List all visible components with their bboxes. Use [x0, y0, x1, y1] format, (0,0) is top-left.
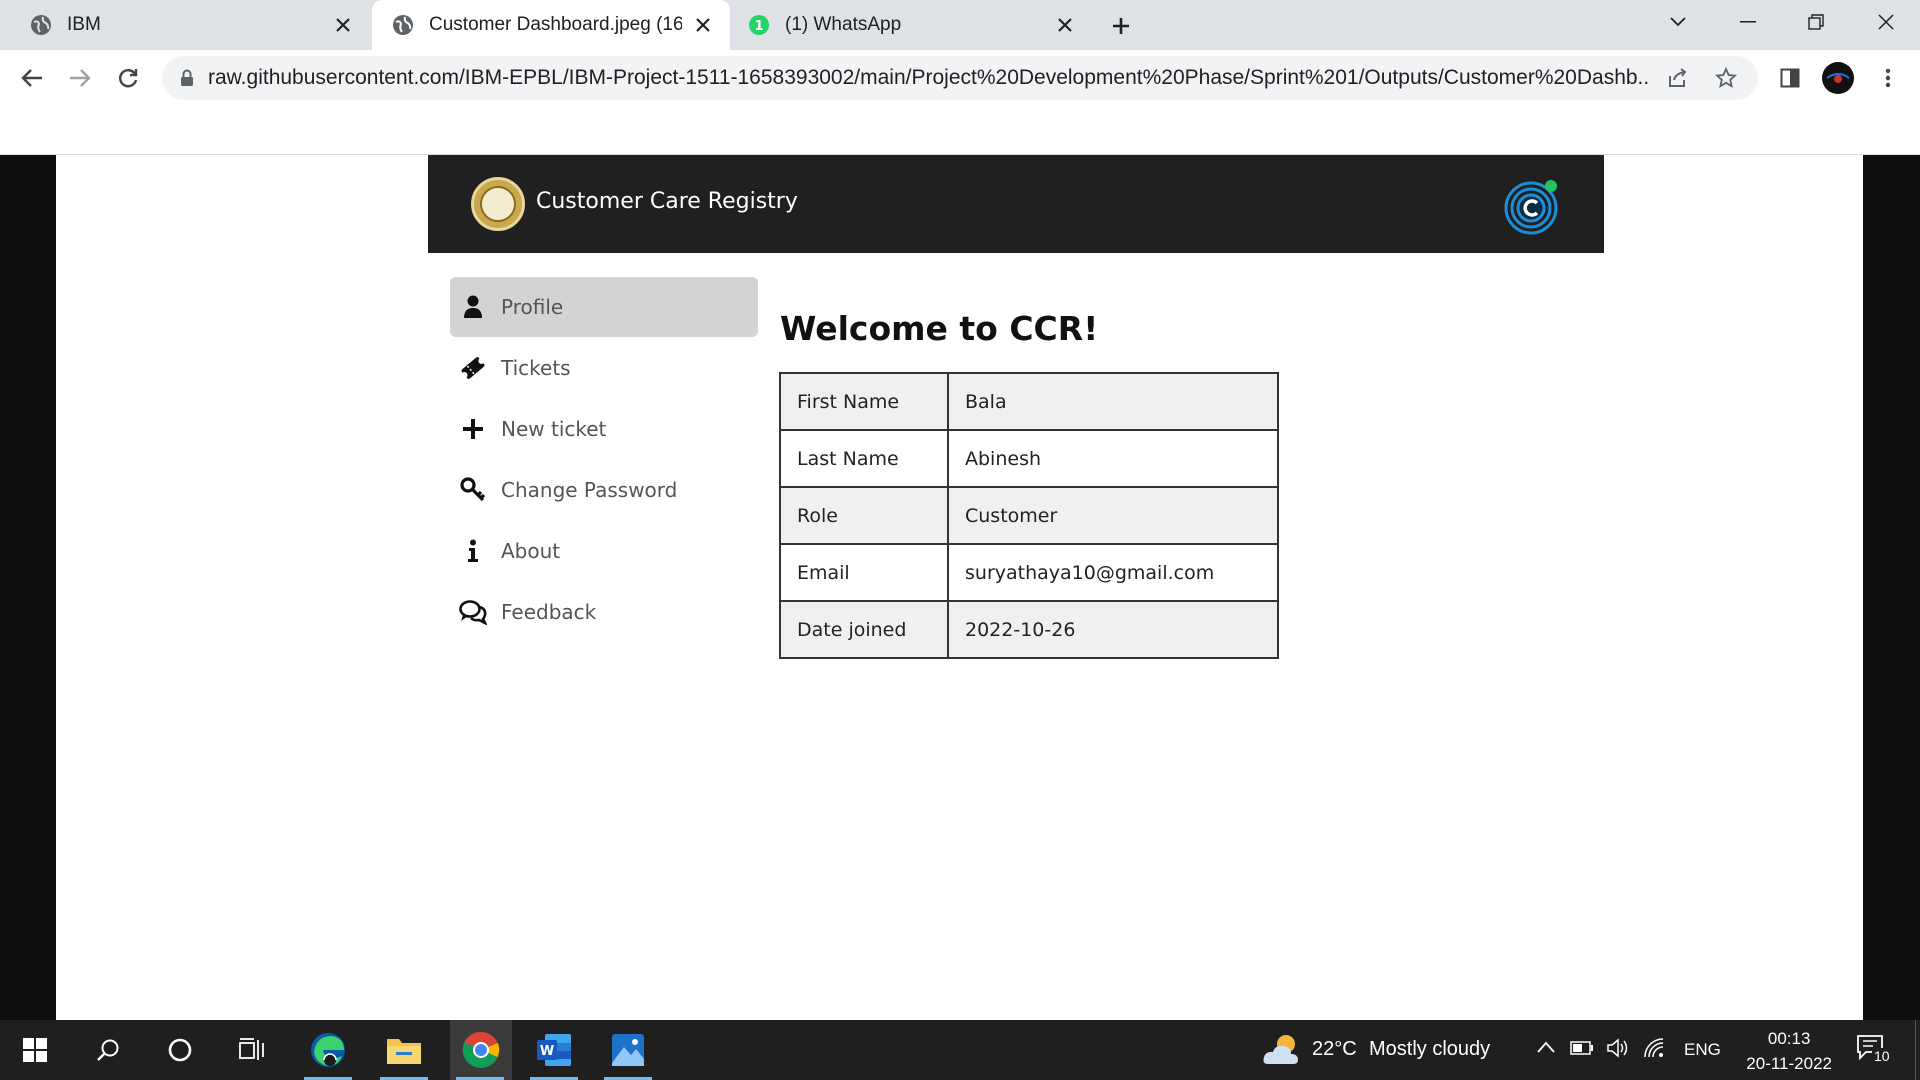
table-cell-value: Abinesh: [947, 429, 1279, 488]
battery-icon[interactable]: [1570, 1041, 1594, 1060]
page-title: Welcome to CCR!: [780, 309, 1099, 348]
back-icon[interactable]: [12, 58, 52, 98]
tab-ibm[interactable]: IBM: [0, 0, 370, 50]
table-cell-key: Last Name: [779, 429, 949, 488]
table-row: First Name Bala: [779, 372, 1279, 431]
word-app-icon[interactable]: W: [524, 1020, 584, 1080]
app-title: Customer Care Registry: [536, 189, 798, 214]
table-cell-value: suryathaya10@gmail.com: [947, 543, 1279, 602]
weather-cloud-icon[interactable]: [1262, 1032, 1302, 1073]
start-windows-icon[interactable]: [5, 1020, 65, 1080]
tab-title: (1) WhatsApp: [785, 14, 902, 35]
notification-icon[interactable]: 10: [1856, 1034, 1892, 1070]
table-row: Date joined 2022-10-26: [779, 600, 1279, 659]
user-icon: [458, 292, 488, 322]
new-tab-button[interactable]: [1103, 8, 1139, 44]
share-icon[interactable]: [1659, 60, 1695, 96]
tab-search-icon[interactable]: [1648, 0, 1708, 44]
search-icon[interactable]: [78, 1020, 138, 1080]
url-text: raw.githubusercontent.com/IBM-EPBL/IBM-P…: [208, 66, 1648, 89]
chevron-up-icon[interactable]: [1536, 1040, 1556, 1059]
show-desktop-strip[interactable]: [1915, 1020, 1920, 1080]
table-cell-value: Bala: [947, 372, 1279, 431]
menu-icon[interactable]: [1868, 58, 1908, 98]
sidebar-item-label: Profile: [501, 295, 564, 319]
tab-title: IBM: [67, 14, 101, 35]
sidebar-item-change-password[interactable]: Change Password: [450, 460, 758, 520]
svg-text:1: 1: [754, 19, 763, 34]
sidebar-item-label: About: [501, 539, 561, 563]
table-cell-key: Role: [779, 486, 949, 545]
side-panel-icon[interactable]: [1770, 58, 1810, 98]
chat-icon: [458, 597, 488, 627]
weather-temp[interactable]: 22°C: [1312, 1038, 1357, 1061]
table-cell-value: 2022-10-26: [947, 600, 1279, 659]
app-header: Customer Care Registry: [428, 155, 1604, 253]
sidebar: Profile Tickets New ticket Change Passwo…: [450, 277, 758, 643]
key-icon: [458, 475, 488, 505]
info-icon: [458, 536, 488, 566]
sidebar-item-about[interactable]: About: [450, 521, 758, 581]
browser-tab-strip: IBM Customer Dashboard.jpeg (1698× 1 (1)…: [0, 0, 1920, 50]
sidebar-item-feedback[interactable]: Feedback: [450, 582, 758, 642]
wifi-icon[interactable]: [1643, 1037, 1665, 1064]
brand-logo: [471, 177, 525, 231]
address-bar[interactable]: raw.githubusercontent.com/IBM-EPBL/IBM-P…: [162, 56, 1758, 100]
close-window-icon[interactable]: [1856, 0, 1916, 44]
sidebar-item-label: New ticket: [501, 417, 607, 441]
restore-icon[interactable]: [1786, 0, 1846, 44]
table-cell-key: Email: [779, 543, 949, 602]
table-cell-key: First Name: [779, 372, 949, 431]
tab-title: Customer Dashboard.jpeg (1698×: [429, 14, 682, 35]
table-row: Email suryathaya10@gmail.com: [779, 543, 1279, 602]
clock-date: 20-11-2022: [1746, 1054, 1832, 1073]
cortana-icon[interactable]: [150, 1020, 210, 1080]
ticket-icon: [458, 353, 488, 383]
chrome-app-icon[interactable]: [450, 1020, 512, 1080]
table-cell-key: Date joined: [779, 600, 949, 659]
sidebar-item-label: Change Password: [501, 478, 678, 502]
plus-icon: [458, 414, 488, 444]
whatsapp-icon: 1: [748, 14, 770, 36]
volume-icon[interactable]: [1606, 1037, 1630, 1064]
page-viewport: Customer Care Registry Profile Tickets N…: [0, 155, 1920, 1020]
svg-text:W: W: [540, 1044, 554, 1059]
clock[interactable]: 00:13 20-11-2022: [1746, 1026, 1832, 1076]
avatar[interactable]: [1818, 58, 1858, 98]
page-canvas: Customer Care Registry Profile Tickets N…: [56, 155, 1863, 1020]
task-view-icon[interactable]: [222, 1020, 282, 1080]
sidebar-item-profile[interactable]: Profile: [450, 277, 758, 337]
close-icon[interactable]: [330, 12, 356, 38]
tab-whatsapp[interactable]: 1 (1) WhatsApp: [732, 0, 1092, 50]
taskbar: W 22°C Mostly cloudy ENG 00:13 20-11-202…: [0, 1020, 1920, 1080]
close-icon[interactable]: [690, 12, 716, 38]
clock-time: 00:13: [1767, 1029, 1811, 1048]
edge-app-icon[interactable]: [298, 1020, 358, 1080]
globe-icon: [392, 14, 414, 36]
weather-condition[interactable]: Mostly cloudy: [1369, 1038, 1490, 1061]
lock-icon[interactable]: [180, 69, 194, 87]
table-cell-value: Customer: [947, 486, 1279, 545]
sidebar-item-label: Feedback: [501, 600, 597, 624]
table-row: Last Name Abinesh: [779, 429, 1279, 488]
sidebar-item-new-ticket[interactable]: New ticket: [450, 399, 758, 459]
reload-icon[interactable]: [108, 58, 148, 98]
photos-app-icon[interactable]: [598, 1020, 658, 1080]
minimize-icon[interactable]: [1718, 0, 1778, 44]
file-explorer-icon[interactable]: [374, 1020, 434, 1080]
forward-icon[interactable]: [60, 58, 100, 98]
table-row: Role Customer: [779, 486, 1279, 545]
notification-count: 10: [1872, 1048, 1892, 1064]
sidebar-item-label: Tickets: [501, 356, 571, 380]
tab-customer-dashboard[interactable]: Customer Dashboard.jpeg (1698×: [372, 0, 730, 50]
sidebar-item-tickets[interactable]: Tickets: [450, 338, 758, 398]
profile-table: First Name Bala Last Name Abinesh Role C…: [779, 372, 1279, 659]
globe-icon: [30, 14, 52, 36]
ccr-logo-icon: [1504, 177, 1562, 235]
close-icon[interactable]: [1052, 12, 1078, 38]
language-indicator[interactable]: ENG: [1684, 1040, 1721, 1060]
bookmark-star-icon[interactable]: [1708, 60, 1744, 96]
browser-toolbar: raw.githubusercontent.com/IBM-EPBL/IBM-P…: [0, 50, 1920, 154]
